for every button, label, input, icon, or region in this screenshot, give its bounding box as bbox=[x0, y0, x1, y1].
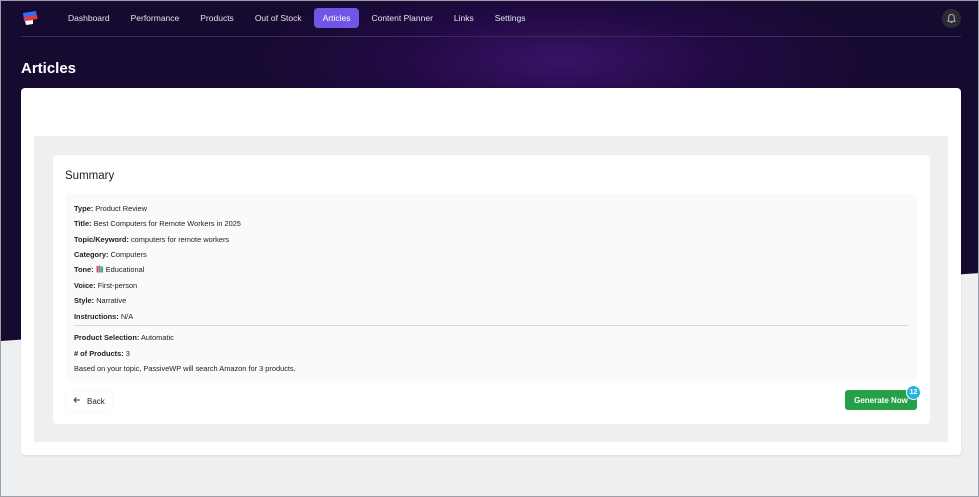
field-value: N/A bbox=[120, 312, 134, 321]
field-product-selection: Product Selection: Automatic bbox=[74, 333, 174, 342]
nav-item-performance[interactable]: Performance bbox=[122, 8, 189, 28]
field-label: Category: bbox=[74, 250, 109, 259]
nav-menu: Dashboard Performance Products Out of St… bbox=[59, 8, 537, 28]
content-panel: Summary Type: Product Review Title: Best… bbox=[34, 136, 948, 442]
app-logo-icon[interactable] bbox=[21, 10, 39, 26]
app-window: Dashboard Performance Products Out of St… bbox=[0, 0, 979, 497]
back-button-label: Back bbox=[87, 396, 105, 406]
field-label: # of Products: bbox=[74, 349, 124, 358]
field-label: Type: bbox=[74, 204, 94, 213]
field-label: Tone: bbox=[74, 265, 94, 274]
nav-item-links[interactable]: Links bbox=[445, 8, 483, 28]
field-label: Instructions: bbox=[74, 312, 119, 321]
field-value: 3 bbox=[125, 349, 130, 358]
field-value: Product Review bbox=[95, 204, 147, 213]
field-label: Topic/Keyword: bbox=[74, 235, 129, 244]
field-type: Type: Product Review bbox=[74, 204, 147, 213]
summary-details: Type: Product Review Title: Best Compute… bbox=[65, 194, 917, 381]
field-tone: Tone: Educational bbox=[74, 265, 144, 275]
nav-item-out-of-stock[interactable]: Out of Stock bbox=[246, 8, 311, 28]
field-value: First-person bbox=[97, 281, 138, 290]
content-card: Summary Type: Product Review Title: Best… bbox=[21, 88, 961, 455]
nav-item-dashboard[interactable]: Dashboard bbox=[59, 8, 119, 28]
back-button[interactable]: Back bbox=[66, 391, 112, 411]
field-instructions: Instructions: N/A bbox=[74, 312, 133, 321]
summary-title: Summary bbox=[65, 170, 115, 182]
field-title: Title: Best Computers for Remote Workers… bbox=[74, 219, 241, 228]
field-style: Style: Narrative bbox=[74, 296, 126, 305]
nav-item-articles[interactable]: Articles bbox=[313, 8, 360, 28]
arrow-left-icon bbox=[73, 396, 81, 406]
field-value: Computers bbox=[110, 250, 147, 259]
books-icon bbox=[96, 265, 104, 275]
field-number-of-products: # of Products: 3 bbox=[74, 349, 130, 358]
field-value: Narrative bbox=[96, 296, 127, 305]
nav-item-products[interactable]: Products bbox=[191, 8, 243, 28]
field-label: Style: bbox=[74, 296, 95, 305]
page-title: Articles bbox=[21, 60, 77, 77]
field-topic: Topic/Keyword: computers for remote work… bbox=[74, 235, 229, 244]
field-voice: Voice: First-person bbox=[74, 281, 137, 290]
divider bbox=[74, 325, 908, 326]
top-nav: Dashboard Performance Products Out of St… bbox=[1, 1, 978, 37]
field-category: Category: Computers bbox=[74, 250, 147, 259]
summary-card: Summary Type: Product Review Title: Best… bbox=[53, 155, 930, 424]
field-label: Voice: bbox=[74, 281, 96, 290]
search-note: Based on your topic, PassiveWP will sear… bbox=[74, 364, 296, 373]
field-value: computers for remote workers bbox=[130, 235, 230, 244]
field-value: Best Computers for Remote Workers in 202… bbox=[93, 219, 241, 228]
bell-icon[interactable] bbox=[942, 9, 961, 28]
field-label: Product Selection: bbox=[74, 333, 140, 342]
field-value: Educational bbox=[105, 265, 145, 274]
field-label: Title: bbox=[74, 219, 92, 228]
field-value: Automatic bbox=[140, 333, 174, 342]
nav-item-content-planner[interactable]: Content Planner bbox=[362, 8, 441, 28]
nav-item-settings[interactable]: Settings bbox=[486, 8, 535, 28]
generate-count-badge: 12 bbox=[906, 385, 921, 400]
nav-divider bbox=[21, 36, 961, 37]
